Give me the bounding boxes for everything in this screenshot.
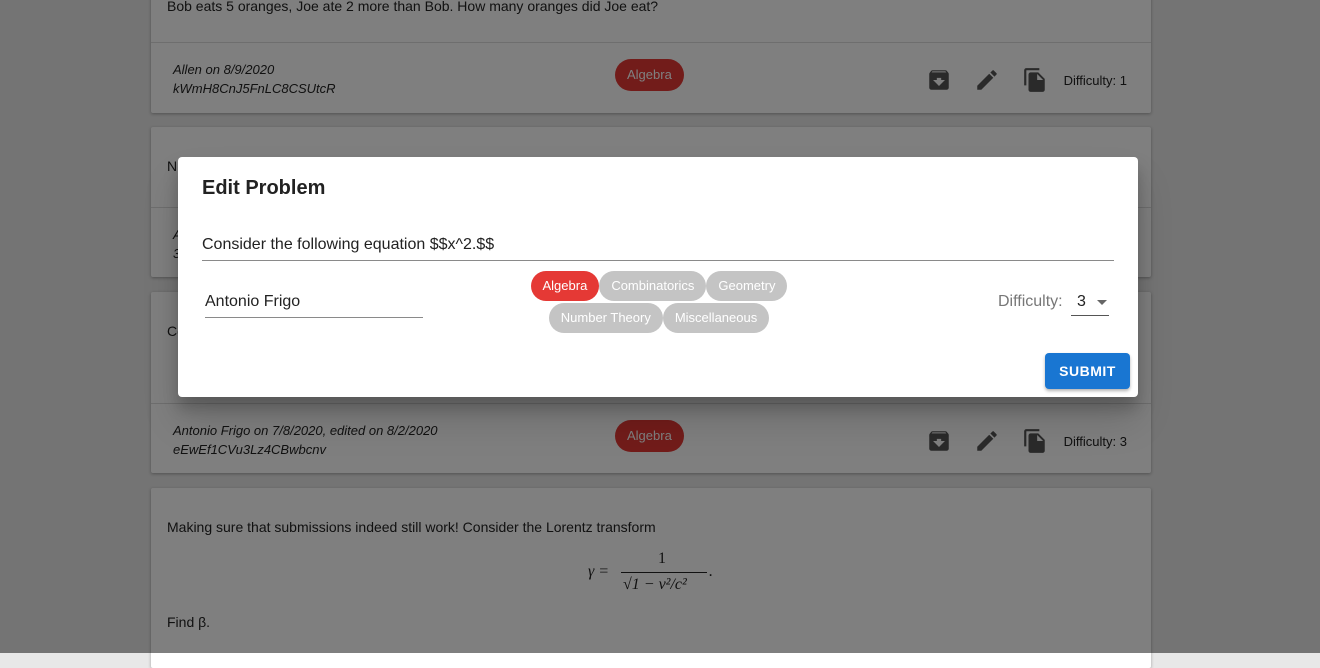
difficulty-label: Difficulty:: [998, 293, 1063, 310]
chevron-down-icon: [1097, 300, 1107, 305]
tag-selector: Algebra Combinatorics Geometry Number Th…: [527, 271, 791, 333]
dialog-title: Edit Problem: [202, 177, 326, 199]
tag-chip-combinatorics[interactable]: Combinatorics: [599, 271, 707, 301]
tag-chip-algebra[interactable]: Algebra: [530, 271, 600, 301]
tag-chip-geometry[interactable]: Geometry: [706, 271, 788, 301]
difficulty-select[interactable]: 3: [1071, 288, 1109, 316]
author-input[interactable]: Antonio Frigo: [205, 292, 423, 318]
problem-text-input[interactable]: Consider the following equation $$x^2.$$: [202, 235, 1114, 261]
tag-chip-miscellaneous[interactable]: Miscellaneous: [662, 303, 770, 333]
difficulty-value: 3: [1077, 293, 1086, 310]
tag-chip-number-theory[interactable]: Number Theory: [548, 303, 663, 333]
submit-button[interactable]: SUBMIT: [1045, 353, 1130, 389]
edit-problem-dialog: Edit Problem Consider the following equa…: [178, 157, 1138, 397]
